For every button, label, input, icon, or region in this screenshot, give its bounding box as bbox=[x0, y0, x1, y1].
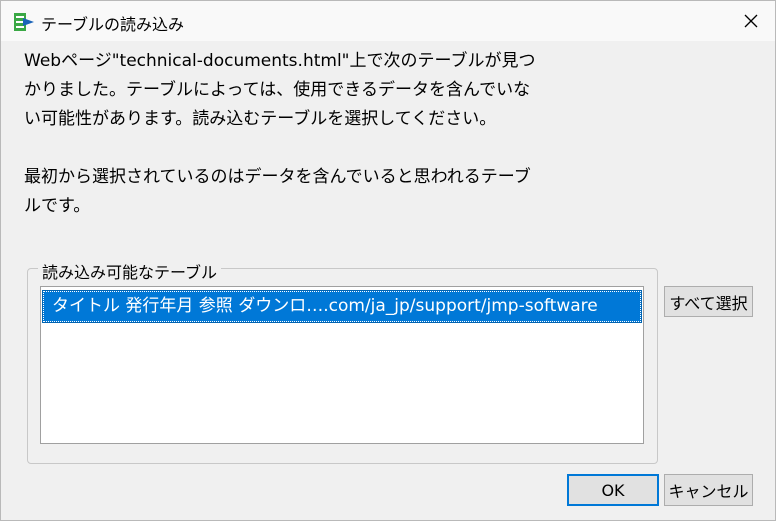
message-line: Webページ"technical-documents.html"上で次のテーブル… bbox=[24, 51, 536, 71]
close-icon bbox=[744, 14, 758, 28]
cancel-button[interactable]: キャンセル bbox=[664, 474, 753, 506]
close-button[interactable] bbox=[727, 1, 775, 41]
jmp-app-icon bbox=[14, 13, 34, 31]
message-line: 最初から選択されているのはデータを含んでいると思われるテーブ bbox=[24, 167, 531, 187]
message-line: かりました。テーブルによっては、使用できるデータを含んでいな bbox=[24, 80, 531, 100]
instruction-message: Webページ"technical-documents.html"上で次のテーブル… bbox=[24, 47, 584, 221]
list-item[interactable]: タイトル 発行年月 参照 ダウンロ….com/ja_jp/support/jmp… bbox=[42, 290, 642, 323]
group-label: 読み込み可能なテーブル bbox=[38, 259, 222, 283]
message-line: ルです。 bbox=[24, 196, 91, 216]
ok-button[interactable]: OK bbox=[567, 474, 659, 506]
import-table-dialog: テーブルの読み込み Webページ"technical-documents.htm… bbox=[0, 0, 776, 521]
select-all-button[interactable]: すべて選択 bbox=[664, 286, 753, 317]
window-title: テーブルの読み込み bbox=[41, 15, 185, 34]
tables-listbox[interactable]: タイトル 発行年月 参照 ダウンロ….com/ja_jp/support/jmp… bbox=[40, 286, 644, 444]
title-bar: テーブルの読み込み bbox=[1, 1, 775, 41]
message-line: い可能性があります。読み込むテーブルを選択してください。 bbox=[24, 109, 497, 129]
